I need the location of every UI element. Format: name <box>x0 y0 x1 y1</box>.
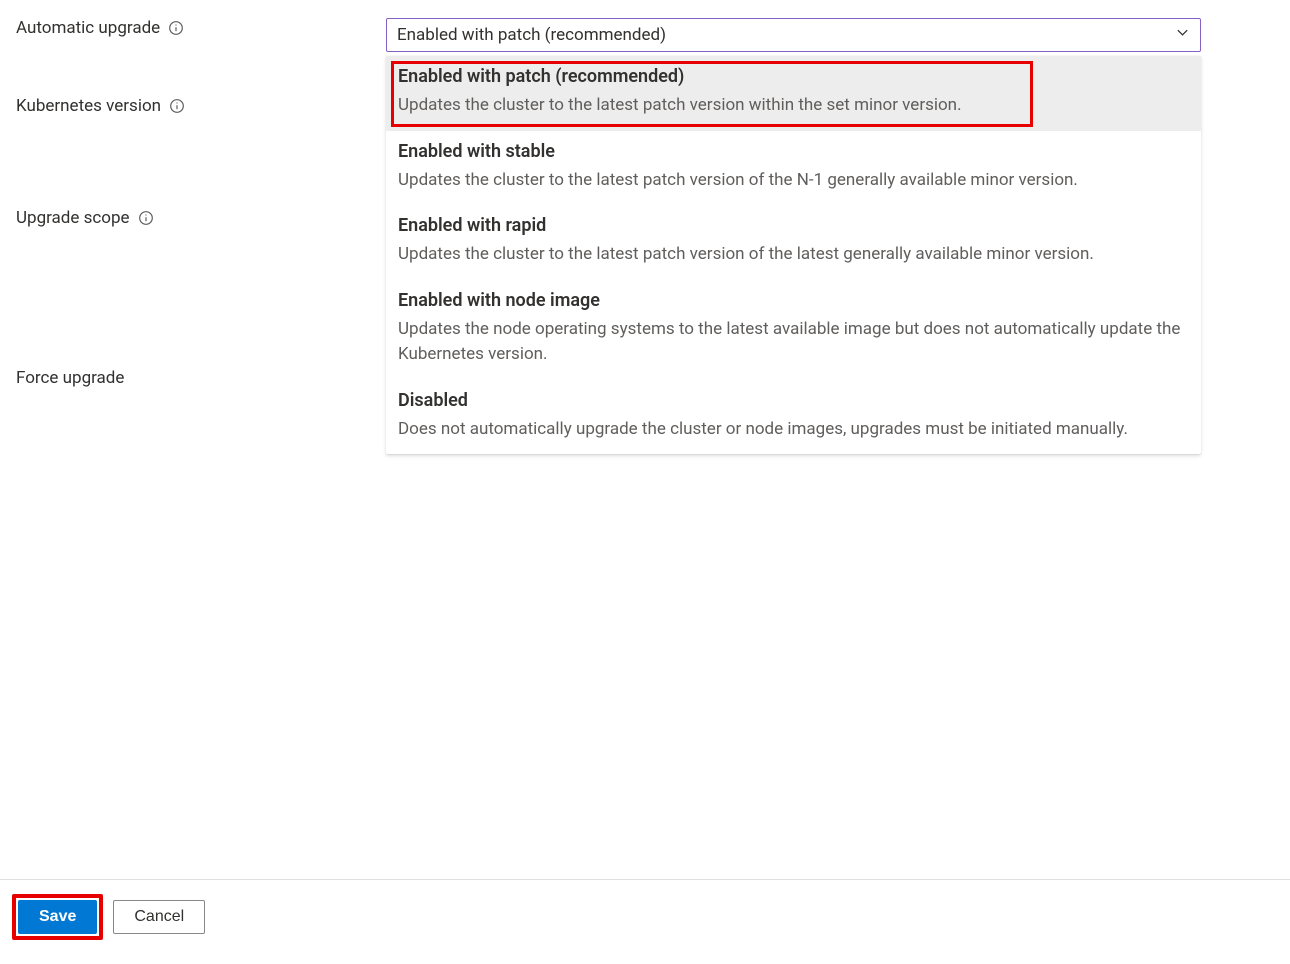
option-desc: Updates the cluster to the latest patch … <box>398 93 1189 119</box>
info-icon[interactable] <box>168 20 184 36</box>
footer: Save Cancel <box>0 879 1290 964</box>
option-desc: Updates the cluster to the latest patch … <box>398 242 1189 268</box>
cancel-button[interactable]: Cancel <box>113 900 205 934</box>
option-title: Enabled with rapid <box>398 215 1189 236</box>
option-desc: Updates the cluster to the latest patch … <box>398 168 1189 194</box>
option-title: Disabled <box>398 390 1189 411</box>
label-kubernetes-version-text: Kubernetes version <box>16 96 161 116</box>
automatic-upgrade-select[interactable]: Enabled with patch (recommended) <box>386 18 1201 52</box>
select-value: Enabled with patch (recommended) <box>397 25 666 45</box>
option-desc: Updates the node operating systems to th… <box>398 317 1189 368</box>
label-upgrade-scope-text: Upgrade scope <box>16 208 130 228</box>
option-title: Enabled with node image <box>398 290 1189 311</box>
label-automatic-upgrade-text: Automatic upgrade <box>16 18 160 38</box>
automatic-upgrade-dropdown: Enabled with patch (recommended) Updates… <box>386 56 1201 454</box>
option-title: Enabled with stable <box>398 141 1189 162</box>
option-enabled-with-rapid[interactable]: Enabled with rapid Updates the cluster t… <box>386 205 1201 280</box>
option-enabled-with-stable[interactable]: Enabled with stable Updates the cluster … <box>386 131 1201 206</box>
option-title: Enabled with patch (recommended) <box>398 66 1189 87</box>
label-kubernetes-version: Kubernetes version <box>16 96 386 116</box>
info-icon[interactable] <box>138 210 154 226</box>
info-icon[interactable] <box>169 98 185 114</box>
option-enabled-with-patch[interactable]: Enabled with patch (recommended) Updates… <box>386 56 1201 131</box>
option-desc: Does not automatically upgrade the clust… <box>398 417 1189 443</box>
label-force-upgrade-text: Force upgrade <box>16 368 124 388</box>
option-enabled-with-node-image[interactable]: Enabled with node image Updates the node… <box>386 280 1201 380</box>
save-button[interactable]: Save <box>18 900 97 934</box>
label-automatic-upgrade: Automatic upgrade <box>16 18 386 38</box>
option-disabled[interactable]: Disabled Does not automatically upgrade … <box>386 380 1201 455</box>
highlight-marker: Save <box>12 894 103 940</box>
label-upgrade-scope: Upgrade scope <box>16 208 386 228</box>
chevron-down-icon <box>1175 25 1190 45</box>
label-force-upgrade: Force upgrade <box>16 368 386 388</box>
